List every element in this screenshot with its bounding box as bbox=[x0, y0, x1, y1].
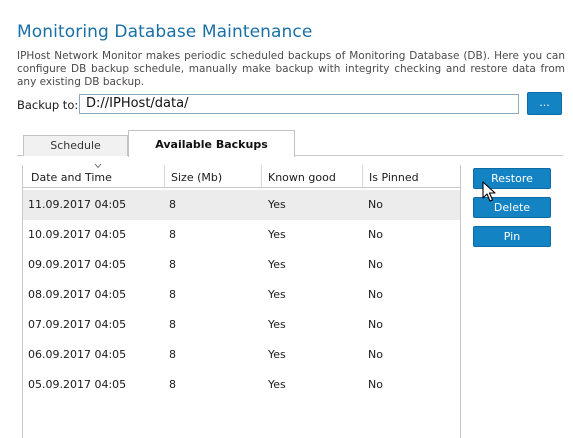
browse-button[interactable]: ... bbox=[527, 92, 562, 115]
cell-known-good: Yes bbox=[268, 288, 286, 301]
column-header-size[interactable]: Size (Mb) bbox=[164, 165, 259, 187]
backup-path-label: Backup to: bbox=[17, 98, 79, 112]
page-description: IPHost Network Monitor makes periodic sc… bbox=[17, 50, 565, 88]
cell-size: 8 bbox=[169, 348, 176, 361]
table-row[interactable]: 06.09.2017 04:05 8 Yes No bbox=[23, 340, 460, 370]
cell-size: 8 bbox=[169, 378, 176, 391]
table-row[interactable]: 09.09.2017 04:05 8 Yes No bbox=[23, 250, 460, 280]
cell-date: 10.09.2017 04:05 bbox=[28, 228, 127, 241]
table-row[interactable]: 05.09.2017 04:05 8 Yes No bbox=[23, 370, 460, 400]
cell-date: 05.09.2017 04:05 bbox=[28, 378, 127, 391]
cell-date: 09.09.2017 04:05 bbox=[28, 258, 127, 271]
cell-pinned: No bbox=[368, 258, 383, 271]
table-row[interactable]: 07.09.2017 04:05 8 Yes No bbox=[23, 310, 460, 340]
cell-pinned: No bbox=[368, 348, 383, 361]
cell-size: 8 bbox=[169, 258, 176, 271]
cell-pinned: No bbox=[368, 198, 383, 211]
page-title: Monitoring Database Maintenance bbox=[17, 22, 313, 42]
cell-date: 11.09.2017 04:05 bbox=[28, 198, 127, 211]
cell-known-good: Yes bbox=[268, 198, 286, 211]
cell-known-good: Yes bbox=[268, 258, 286, 271]
cell-pinned: No bbox=[368, 318, 383, 331]
cell-pinned: No bbox=[368, 288, 383, 301]
column-header-pinned[interactable]: Is Pinned bbox=[362, 165, 459, 187]
cell-date: 06.09.2017 04:05 bbox=[28, 348, 127, 361]
backup-path-input[interactable]: D://IPHost/data/ bbox=[79, 94, 519, 114]
cell-date: 08.09.2017 04:05 bbox=[28, 288, 127, 301]
pin-button[interactable]: Pin bbox=[473, 226, 551, 247]
cell-size: 8 bbox=[169, 198, 176, 211]
table-row[interactable]: 08.09.2017 04:05 8 Yes No bbox=[23, 280, 460, 310]
cell-date: 07.09.2017 04:05 bbox=[28, 318, 127, 331]
mouse-cursor-icon bbox=[482, 181, 496, 202]
column-header-size-label: Size (Mb) bbox=[171, 171, 223, 184]
table-header: Date and Time Size (Mb) Known good Is Pi… bbox=[23, 163, 460, 188]
cell-size: 8 bbox=[169, 228, 176, 241]
column-header-date[interactable]: Date and Time bbox=[31, 163, 164, 187]
sort-desc-icon bbox=[94, 163, 102, 169]
column-header-known-good-label: Known good bbox=[268, 171, 336, 184]
cell-known-good: Yes bbox=[268, 378, 286, 391]
column-header-known-good[interactable]: Known good bbox=[261, 165, 363, 187]
table-row[interactable]: 10.09.2017 04:05 8 Yes No bbox=[23, 220, 460, 250]
column-header-pinned-label: Is Pinned bbox=[369, 171, 419, 184]
tab-schedule[interactable]: Schedule bbox=[23, 135, 128, 156]
cell-pinned: No bbox=[368, 228, 383, 241]
column-header-date-label: Date and Time bbox=[31, 171, 112, 184]
cell-known-good: Yes bbox=[268, 318, 286, 331]
cell-pinned: No bbox=[368, 378, 383, 391]
tab-available-backups[interactable]: Available Backups bbox=[128, 130, 295, 157]
table-row[interactable]: 11.09.2017 04:05 8 Yes No bbox=[23, 190, 460, 220]
cell-known-good: Yes bbox=[268, 228, 286, 241]
cell-size: 8 bbox=[169, 318, 176, 331]
cell-known-good: Yes bbox=[268, 348, 286, 361]
cell-size: 8 bbox=[169, 288, 176, 301]
